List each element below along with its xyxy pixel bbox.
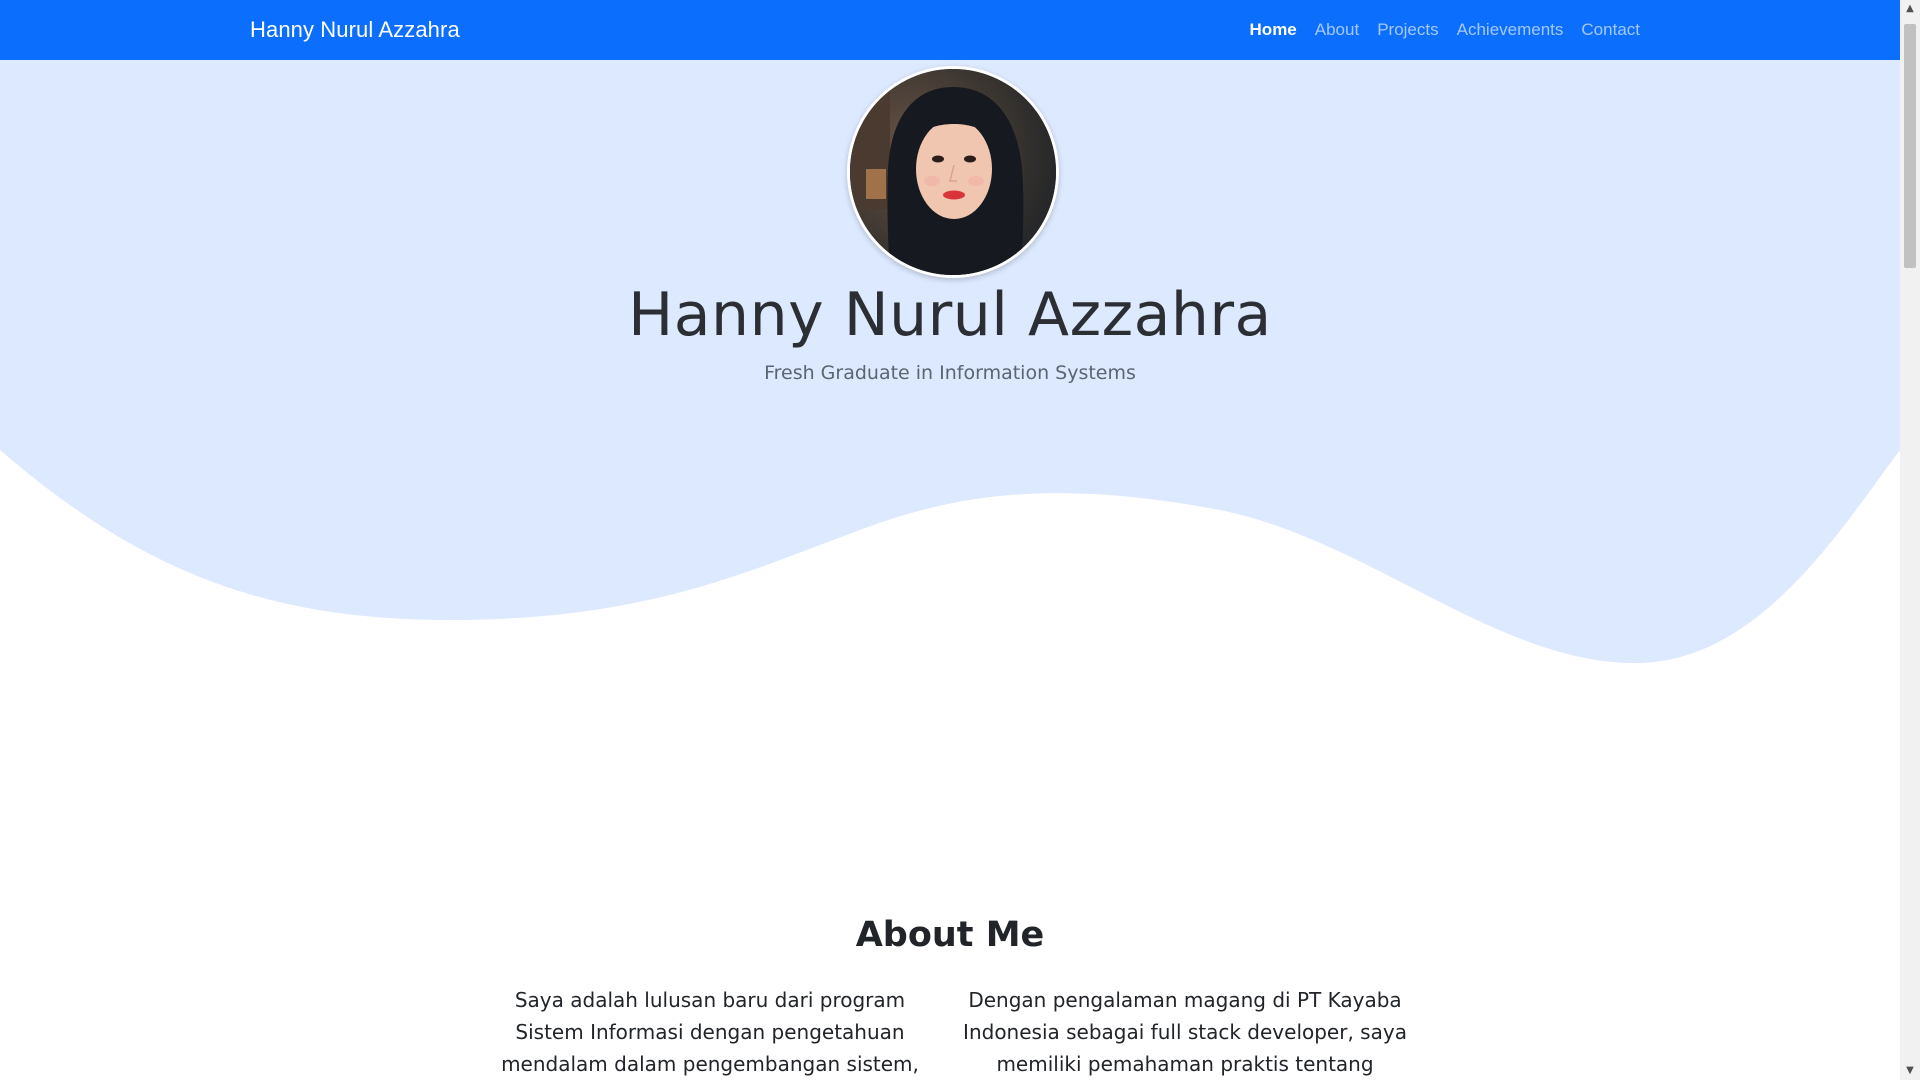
scroll-up-arrow-icon[interactable]: ▲ <box>1900 0 1920 18</box>
nav-link-contact[interactable]: Contact <box>1581 20 1640 40</box>
scrollbar[interactable]: ▲ ▼ <box>1900 0 1920 1080</box>
nav-links: Home About Projects Achievements Contact <box>1250 0 1640 60</box>
hero-subtitle: Fresh Graduate in Information Systems <box>764 362 1136 384</box>
nav-link-about[interactable]: About <box>1315 20 1359 40</box>
about-title: About Me <box>855 915 1045 955</box>
about-text-left: Saya adalah lulusan baru dari program Si… <box>501 988 919 1076</box>
navbar-brand[interactable]: Hanny Nurul Azzahra <box>250 0 460 60</box>
about-text-right: Dengan pengalaman magang di PT Kayaba In… <box>963 988 1407 1076</box>
page: Hanny Nurul Azzahra Home About Projects … <box>0 0 1920 1080</box>
avatar <box>847 66 1059 278</box>
hero-section: Hanny Nurul Azzahra Fresh Graduate in In… <box>0 60 1900 680</box>
nav-link-projects[interactable]: Projects <box>1377 20 1438 40</box>
nav-link-home[interactable]: Home <box>1250 20 1297 40</box>
hero-name: Hanny Nurul Azzahra <box>628 280 1272 350</box>
profile-photo-icon <box>850 69 1056 275</box>
scrollbar-thumb[interactable] <box>1904 24 1916 268</box>
navbar: Hanny Nurul Azzahra Home About Projects … <box>0 0 1900 60</box>
scroll-down-arrow-icon[interactable]: ▼ <box>1900 1062 1920 1080</box>
nav-link-achievements[interactable]: Achievements <box>1457 20 1564 40</box>
